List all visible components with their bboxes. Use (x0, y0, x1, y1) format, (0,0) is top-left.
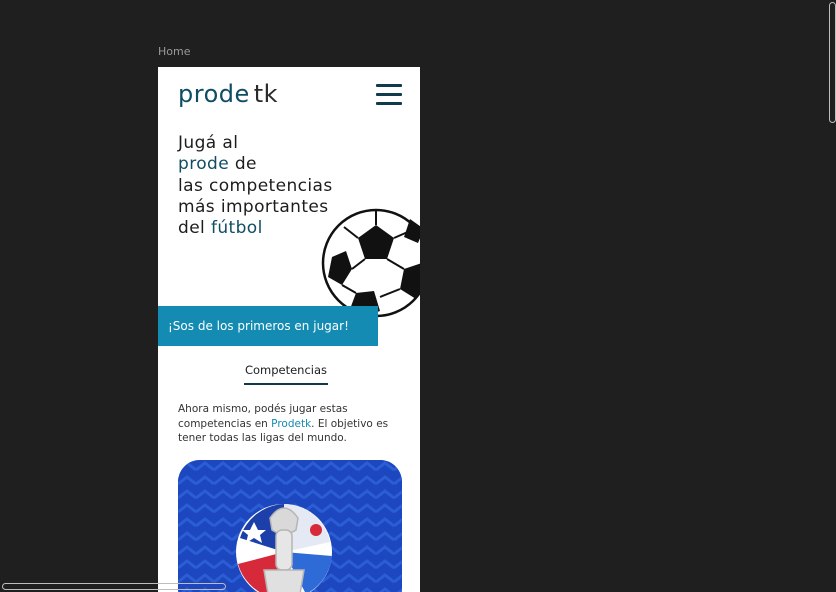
hero-line-1: Jugá al (178, 133, 239, 153)
start-playing-button[interactable]: ¡Sos de los primeros en jugar! (158, 306, 378, 346)
hero-accent-prode: prode (178, 154, 230, 175)
page-label: Home (158, 45, 191, 58)
hero-headline: Jugá al prode de las competencias más im… (178, 133, 333, 239)
competitions-underline (244, 383, 328, 385)
soccer-ball-icon (321, 208, 420, 318)
prodetk-link[interactable]: Prodetk (271, 418, 311, 430)
brand-logo[interactable]: prode tk (178, 80, 278, 108)
hero-line-2: prode de (178, 154, 333, 175)
hero-line-3: las competencias (178, 175, 333, 196)
hero-line-2-rest: de (229, 154, 257, 175)
competition-card[interactable] (178, 460, 402, 592)
hero-line-5-prefix: del (178, 218, 211, 239)
hero-accent-futbol: fútbol (210, 218, 263, 239)
competitions-title: Competencias (244, 363, 328, 377)
vertical-scrollbar[interactable] (829, 2, 836, 123)
mobile-page-frame: prode tk Jugá al prode de las competencia… (158, 67, 420, 592)
hero-line-4: más importantes (178, 196, 329, 217)
hamburger-menu-icon[interactable] (376, 84, 402, 106)
brand-suffix: tk (253, 80, 279, 108)
hero-line-5: del fútbol (178, 218, 333, 239)
horizontal-scrollbar[interactable] (2, 583, 226, 590)
competitions-intro: Ahora mismo, podés jugar estas competenc… (178, 402, 403, 446)
brand-name: prode (178, 80, 250, 108)
copa-america-trophy-icon (178, 460, 402, 592)
